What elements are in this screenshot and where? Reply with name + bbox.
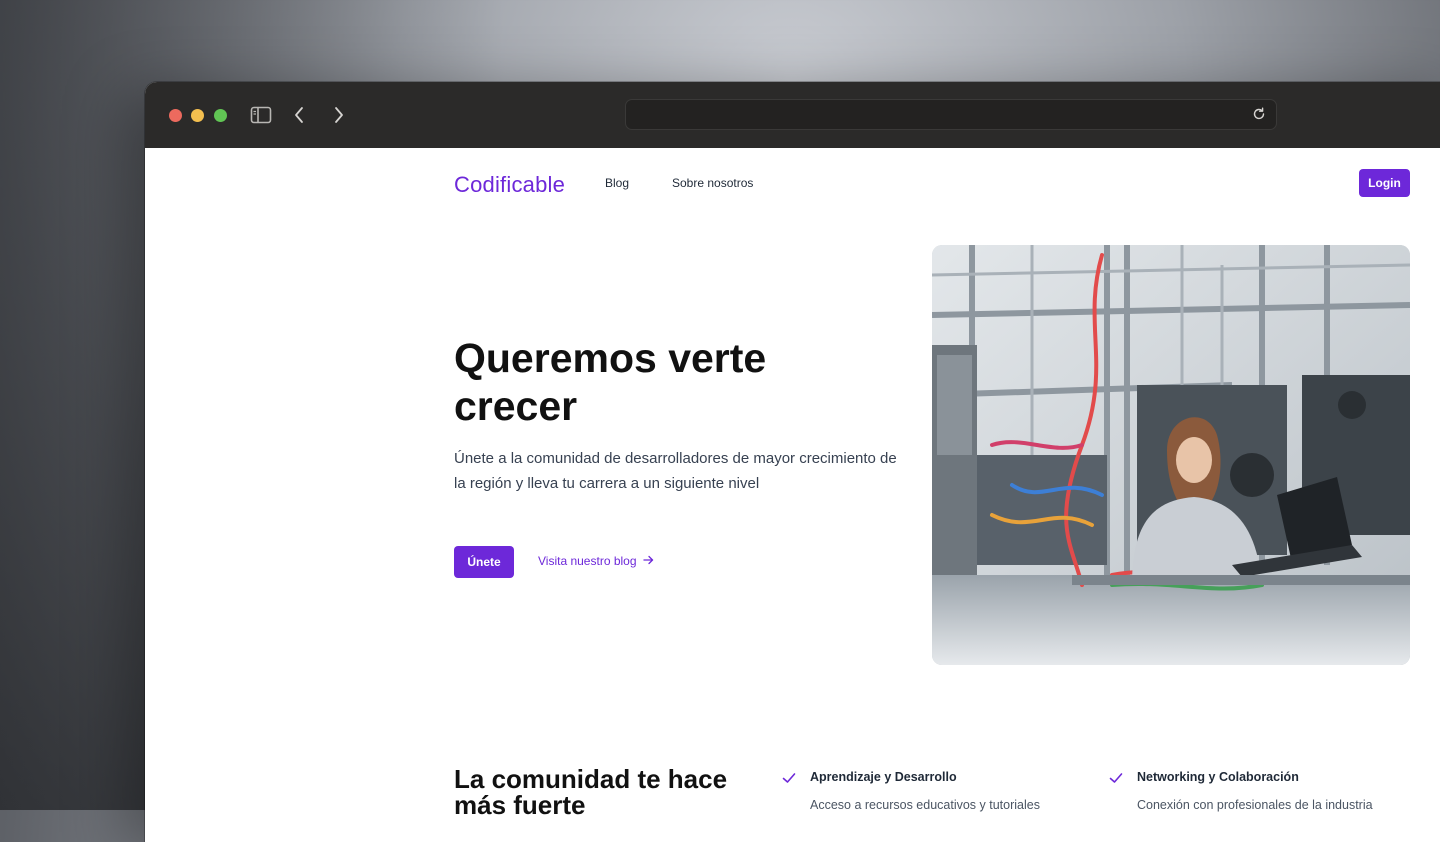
back-icon[interactable] bbox=[289, 102, 309, 128]
join-button[interactable]: Únete bbox=[454, 546, 514, 578]
hero-photo bbox=[932, 245, 1410, 665]
visit-blog-label: Visita nuestro blog bbox=[538, 554, 637, 568]
close-window-button[interactable] bbox=[169, 109, 182, 122]
browser-window: Codificable Blog Sobre nosotros Login Qu… bbox=[145, 82, 1440, 842]
reload-icon[interactable] bbox=[1252, 107, 1268, 123]
nav-link-about[interactable]: Sobre nosotros bbox=[672, 176, 753, 190]
arrow-right-icon bbox=[642, 554, 654, 568]
feature-title: Aprendizaje y Desarrollo bbox=[810, 770, 957, 784]
brand-logo[interactable]: Codificable bbox=[454, 172, 565, 198]
check-icon bbox=[782, 771, 796, 785]
login-button[interactable]: Login bbox=[1359, 169, 1410, 197]
hero-title: Queremos verte crecer bbox=[454, 335, 767, 429]
web-page: Codificable Blog Sobre nosotros Login Qu… bbox=[145, 148, 1440, 842]
hero-subtitle: Únete a la comunidad de desarrolladores … bbox=[454, 450, 897, 492]
zoom-window-button[interactable] bbox=[214, 109, 227, 122]
address-bar[interactable] bbox=[625, 99, 1277, 130]
community-title: La comunidad te hace más fuerte bbox=[454, 764, 728, 820]
sidebar-icon[interactable] bbox=[249, 102, 273, 128]
visit-blog-link[interactable]: Visita nuestro blog bbox=[538, 554, 654, 568]
minimize-window-button[interactable] bbox=[191, 109, 204, 122]
feature-title: Networking y Colaboración bbox=[1137, 770, 1299, 784]
forward-icon[interactable] bbox=[329, 102, 349, 128]
check-icon bbox=[1109, 771, 1123, 785]
nav-link-blog[interactable]: Blog bbox=[605, 176, 629, 190]
browser-toolbar bbox=[145, 82, 1440, 149]
